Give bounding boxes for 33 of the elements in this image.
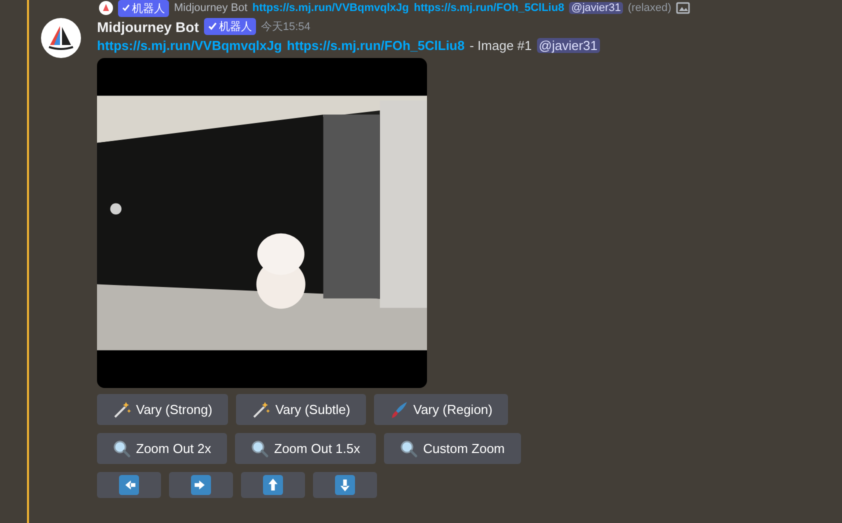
arrow-button[interactable]: [313, 472, 377, 498]
arrow-button[interactable]: [97, 472, 161, 498]
arrow-button[interactable]: [241, 472, 305, 498]
reply-link[interactable]: https://s.mj.run/VVBqmvqlxJg: [252, 2, 409, 14]
generated-image[interactable]: [97, 58, 427, 388]
image-link[interactable]: https://s.mj.run/VVBqmvqlxJg: [97, 38, 282, 53]
action-button[interactable]: Vary (Strong): [97, 394, 228, 425]
action-button[interactable]: Zoom Out 1.5x: [235, 433, 376, 464]
magnifier-icon: [400, 440, 418, 458]
bot-badge: 机器人: [204, 18, 256, 35]
timestamp: 今天15:54: [260, 20, 310, 34]
reply-author[interactable]: Midjourney Bot: [174, 2, 248, 14]
reply-link[interactable]: https://s.mj.run/FOh_5ClLiu8: [414, 2, 564, 14]
paintbrush-icon: [390, 400, 408, 418]
action-button[interactable]: Custom Zoom: [384, 433, 521, 464]
reply-suffix: (relaxed): [628, 2, 672, 14]
arrow-button[interactable]: [169, 472, 233, 498]
action-button[interactable]: Zoom Out 2x: [97, 433, 228, 464]
message-text: - Image #1: [470, 38, 532, 53]
reply-mention[interactable]: @javier31: [569, 2, 623, 14]
sailboat-avatar-icon[interactable]: [41, 18, 81, 58]
magnifier-icon: [251, 440, 270, 458]
image-link[interactable]: https://s.mj.run/FOh_5ClLiu8: [286, 38, 465, 53]
magnifier-icon: [113, 440, 131, 458]
magic-wand-icon: [113, 400, 131, 418]
bot-badge: 机器人: [118, 0, 169, 16]
image-icon: [676, 2, 690, 14]
action-button[interactable]: Vary (Subtle): [236, 394, 366, 425]
bot-avatar-icon: [99, 1, 113, 15]
user-mention[interactable]: @javier31: [536, 38, 600, 53]
action-button[interactable]: Vary (Region): [374, 394, 508, 425]
magic-wand-icon: [252, 400, 270, 418]
author-name[interactable]: Midjourney Bot: [97, 18, 199, 34]
